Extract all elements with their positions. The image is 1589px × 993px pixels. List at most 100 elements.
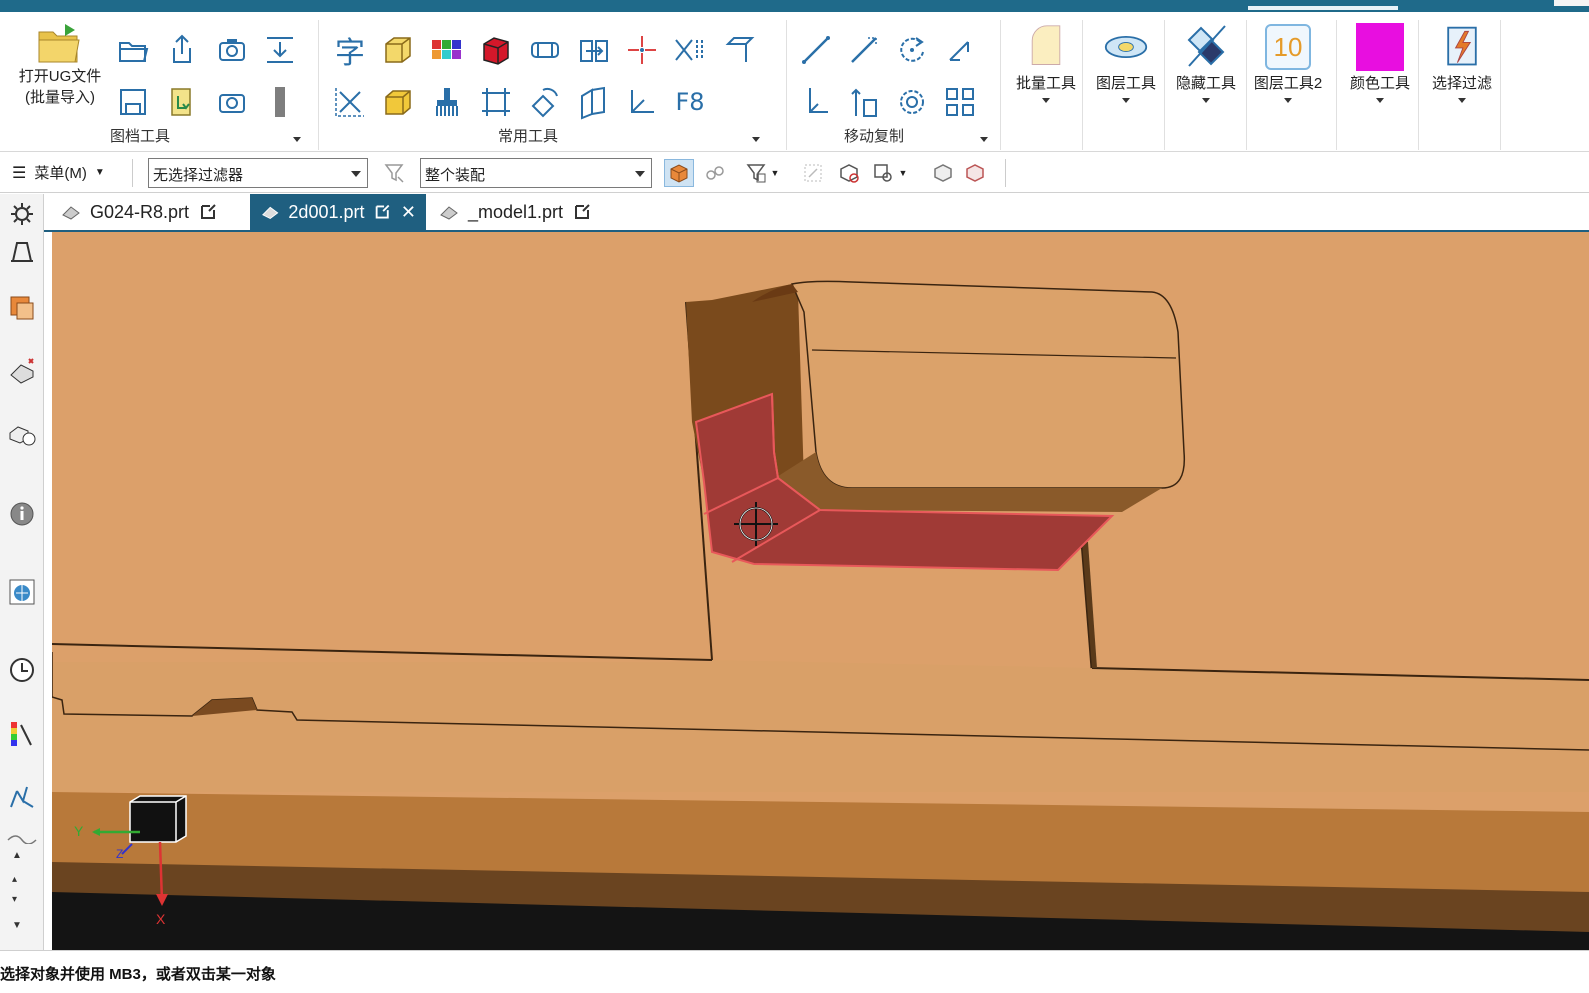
web-browser-button[interactable] xyxy=(4,574,40,610)
graphics-viewport[interactable]: Y X Z xyxy=(52,232,1589,950)
red-cube-button[interactable] xyxy=(476,30,516,70)
point-to-point-button[interactable] xyxy=(940,30,980,70)
open-folder-button[interactable] xyxy=(113,30,153,70)
thicken-button[interactable] xyxy=(574,82,614,122)
select-chain-button[interactable] xyxy=(700,159,730,187)
cylinder-button[interactable] xyxy=(525,30,565,70)
frame-button[interactable] xyxy=(476,82,516,122)
delete-x-button[interactable] xyxy=(670,30,710,70)
body-select-button[interactable] xyxy=(834,159,864,187)
menu-button[interactable]: ☰ 菜单(M) ▼ xyxy=(12,162,105,183)
chevron-down-icon xyxy=(351,171,361,177)
scroll-up-icon[interactable]: ▲ xyxy=(12,850,22,861)
color-tool-label: 颜色工具 xyxy=(1349,75,1410,92)
layer-tool2-button[interactable]: 10 图层工具2 xyxy=(1248,18,1328,128)
axis-move-button[interactable] xyxy=(844,82,884,122)
rotate-button[interactable] xyxy=(892,30,932,70)
color-tool-button[interactable]: 颜色工具 xyxy=(1340,18,1420,128)
constraint-navigator-button[interactable] xyxy=(4,352,40,388)
rotate-copy-button[interactable] xyxy=(892,82,932,122)
measure-x-button[interactable] xyxy=(330,82,370,122)
grey-block-button[interactable] xyxy=(260,82,300,122)
snapshot2-button[interactable] xyxy=(212,82,252,122)
filter-reset-button[interactable] xyxy=(380,159,410,187)
ribbon-separator xyxy=(1418,20,1419,150)
offset-face-icon xyxy=(725,37,755,62)
dropdown-arrow-icon xyxy=(1202,98,1210,103)
open-ug-file-button[interactable]: 打开UG文件 (批量导入) xyxy=(10,20,110,130)
history-button[interactable] xyxy=(4,652,40,688)
settings-button[interactable] xyxy=(4,196,40,232)
batch-tool-label: 批量工具 xyxy=(1015,75,1076,92)
layer-tool-button[interactable]: 图层工具 xyxy=(1086,18,1166,128)
rotate-face-button[interactable] xyxy=(525,82,565,122)
crosshair-point-button[interactable] xyxy=(622,30,662,70)
part-face-step[interactable] xyxy=(52,660,1589,792)
tab-2d001[interactable]: 2d001.prt ✕ xyxy=(250,194,426,230)
group-expand-arrow[interactable] xyxy=(752,137,760,142)
info-icon xyxy=(10,502,34,526)
close-icon[interactable]: ✕ xyxy=(401,202,416,223)
scroll-down-small-icon[interactable]: ▾ xyxy=(12,894,17,905)
assembly-navigator-button[interactable] xyxy=(4,232,40,268)
body-select-icon xyxy=(840,164,859,183)
title-strip-corner xyxy=(1554,0,1589,6)
distance-move-button[interactable] xyxy=(796,82,836,122)
select-component-button[interactable] xyxy=(664,159,694,187)
replace-button[interactable] xyxy=(162,82,202,122)
tab-model1[interactable]: _model1.prt xyxy=(428,194,603,230)
color-grid-button[interactable] xyxy=(427,30,467,70)
snap-point-icon xyxy=(804,164,822,182)
view-cube-red-button[interactable] xyxy=(960,159,990,187)
scroll-up-small-icon[interactable]: ▴ xyxy=(12,874,17,885)
triad-z-label: Z xyxy=(116,847,123,861)
text-tool-button[interactable]: 字 xyxy=(330,30,370,71)
selection-scope-select[interactable]: 整个装配 xyxy=(420,158,652,188)
move-line-button[interactable] xyxy=(796,30,836,70)
group-expand-arrow[interactable] xyxy=(980,137,988,142)
import-button[interactable] xyxy=(260,30,300,70)
datum-csys-button[interactable] xyxy=(622,82,662,122)
boss-face-front[interactable] xyxy=(790,280,1186,489)
export-button[interactable] xyxy=(162,30,202,70)
group-expand-arrow[interactable] xyxy=(293,137,301,142)
face-select-dropdown[interactable]: ▼ xyxy=(896,159,910,187)
save-button[interactable] xyxy=(113,82,153,122)
brush-button[interactable] xyxy=(427,82,467,122)
measure-x-icon xyxy=(335,88,364,117)
box-outline-button[interactable] xyxy=(378,30,418,70)
roles-button[interactable] xyxy=(4,778,40,814)
snap-point-button[interactable] xyxy=(798,159,828,187)
face-select-button[interactable] xyxy=(868,159,898,187)
solid-box-button[interactable] xyxy=(378,82,418,122)
part-file-icon xyxy=(62,206,80,220)
model-scene[interactable]: Y X Z xyxy=(52,232,1589,950)
f8-view-button[interactable]: F8 xyxy=(670,82,710,122)
selection-filter-select[interactable]: 无选择过滤器 xyxy=(148,158,368,188)
reuse-library-button[interactable] xyxy=(4,416,40,452)
folder-icon xyxy=(119,42,149,62)
array-button[interactable] xyxy=(940,82,980,122)
select-filter-button[interactable]: 选择过滤 xyxy=(1422,18,1502,128)
tab-g024-r8[interactable]: G024-R8.prt xyxy=(50,194,229,230)
copy-line-button[interactable] xyxy=(844,30,884,70)
batch-tool-button[interactable]: 批量工具 xyxy=(1006,18,1086,128)
view-cube-red-icon xyxy=(966,164,984,182)
snapshot-button[interactable] xyxy=(212,30,252,70)
chain-icon xyxy=(706,166,724,180)
part-file-icon xyxy=(262,206,279,220)
scroll-down-icon[interactable]: ▼ xyxy=(12,920,22,931)
modified-icon xyxy=(376,204,390,219)
part-navigator-button[interactable] xyxy=(4,290,40,326)
upload-icon xyxy=(173,34,191,63)
palette-icon xyxy=(11,722,32,746)
color-swatch xyxy=(1356,23,1404,71)
split-body-button[interactable] xyxy=(574,30,614,70)
type-filter-dropdown[interactable]: ▼ xyxy=(768,159,782,187)
view-cube-button[interactable] xyxy=(928,159,958,187)
hide-tool-button[interactable]: 隐藏工具 xyxy=(1166,18,1246,128)
offset-face-button[interactable] xyxy=(720,30,760,70)
visualization-button[interactable] xyxy=(4,716,40,752)
info-button[interactable] xyxy=(4,496,40,532)
layer-tool-label: 图层工具 xyxy=(1095,75,1156,92)
